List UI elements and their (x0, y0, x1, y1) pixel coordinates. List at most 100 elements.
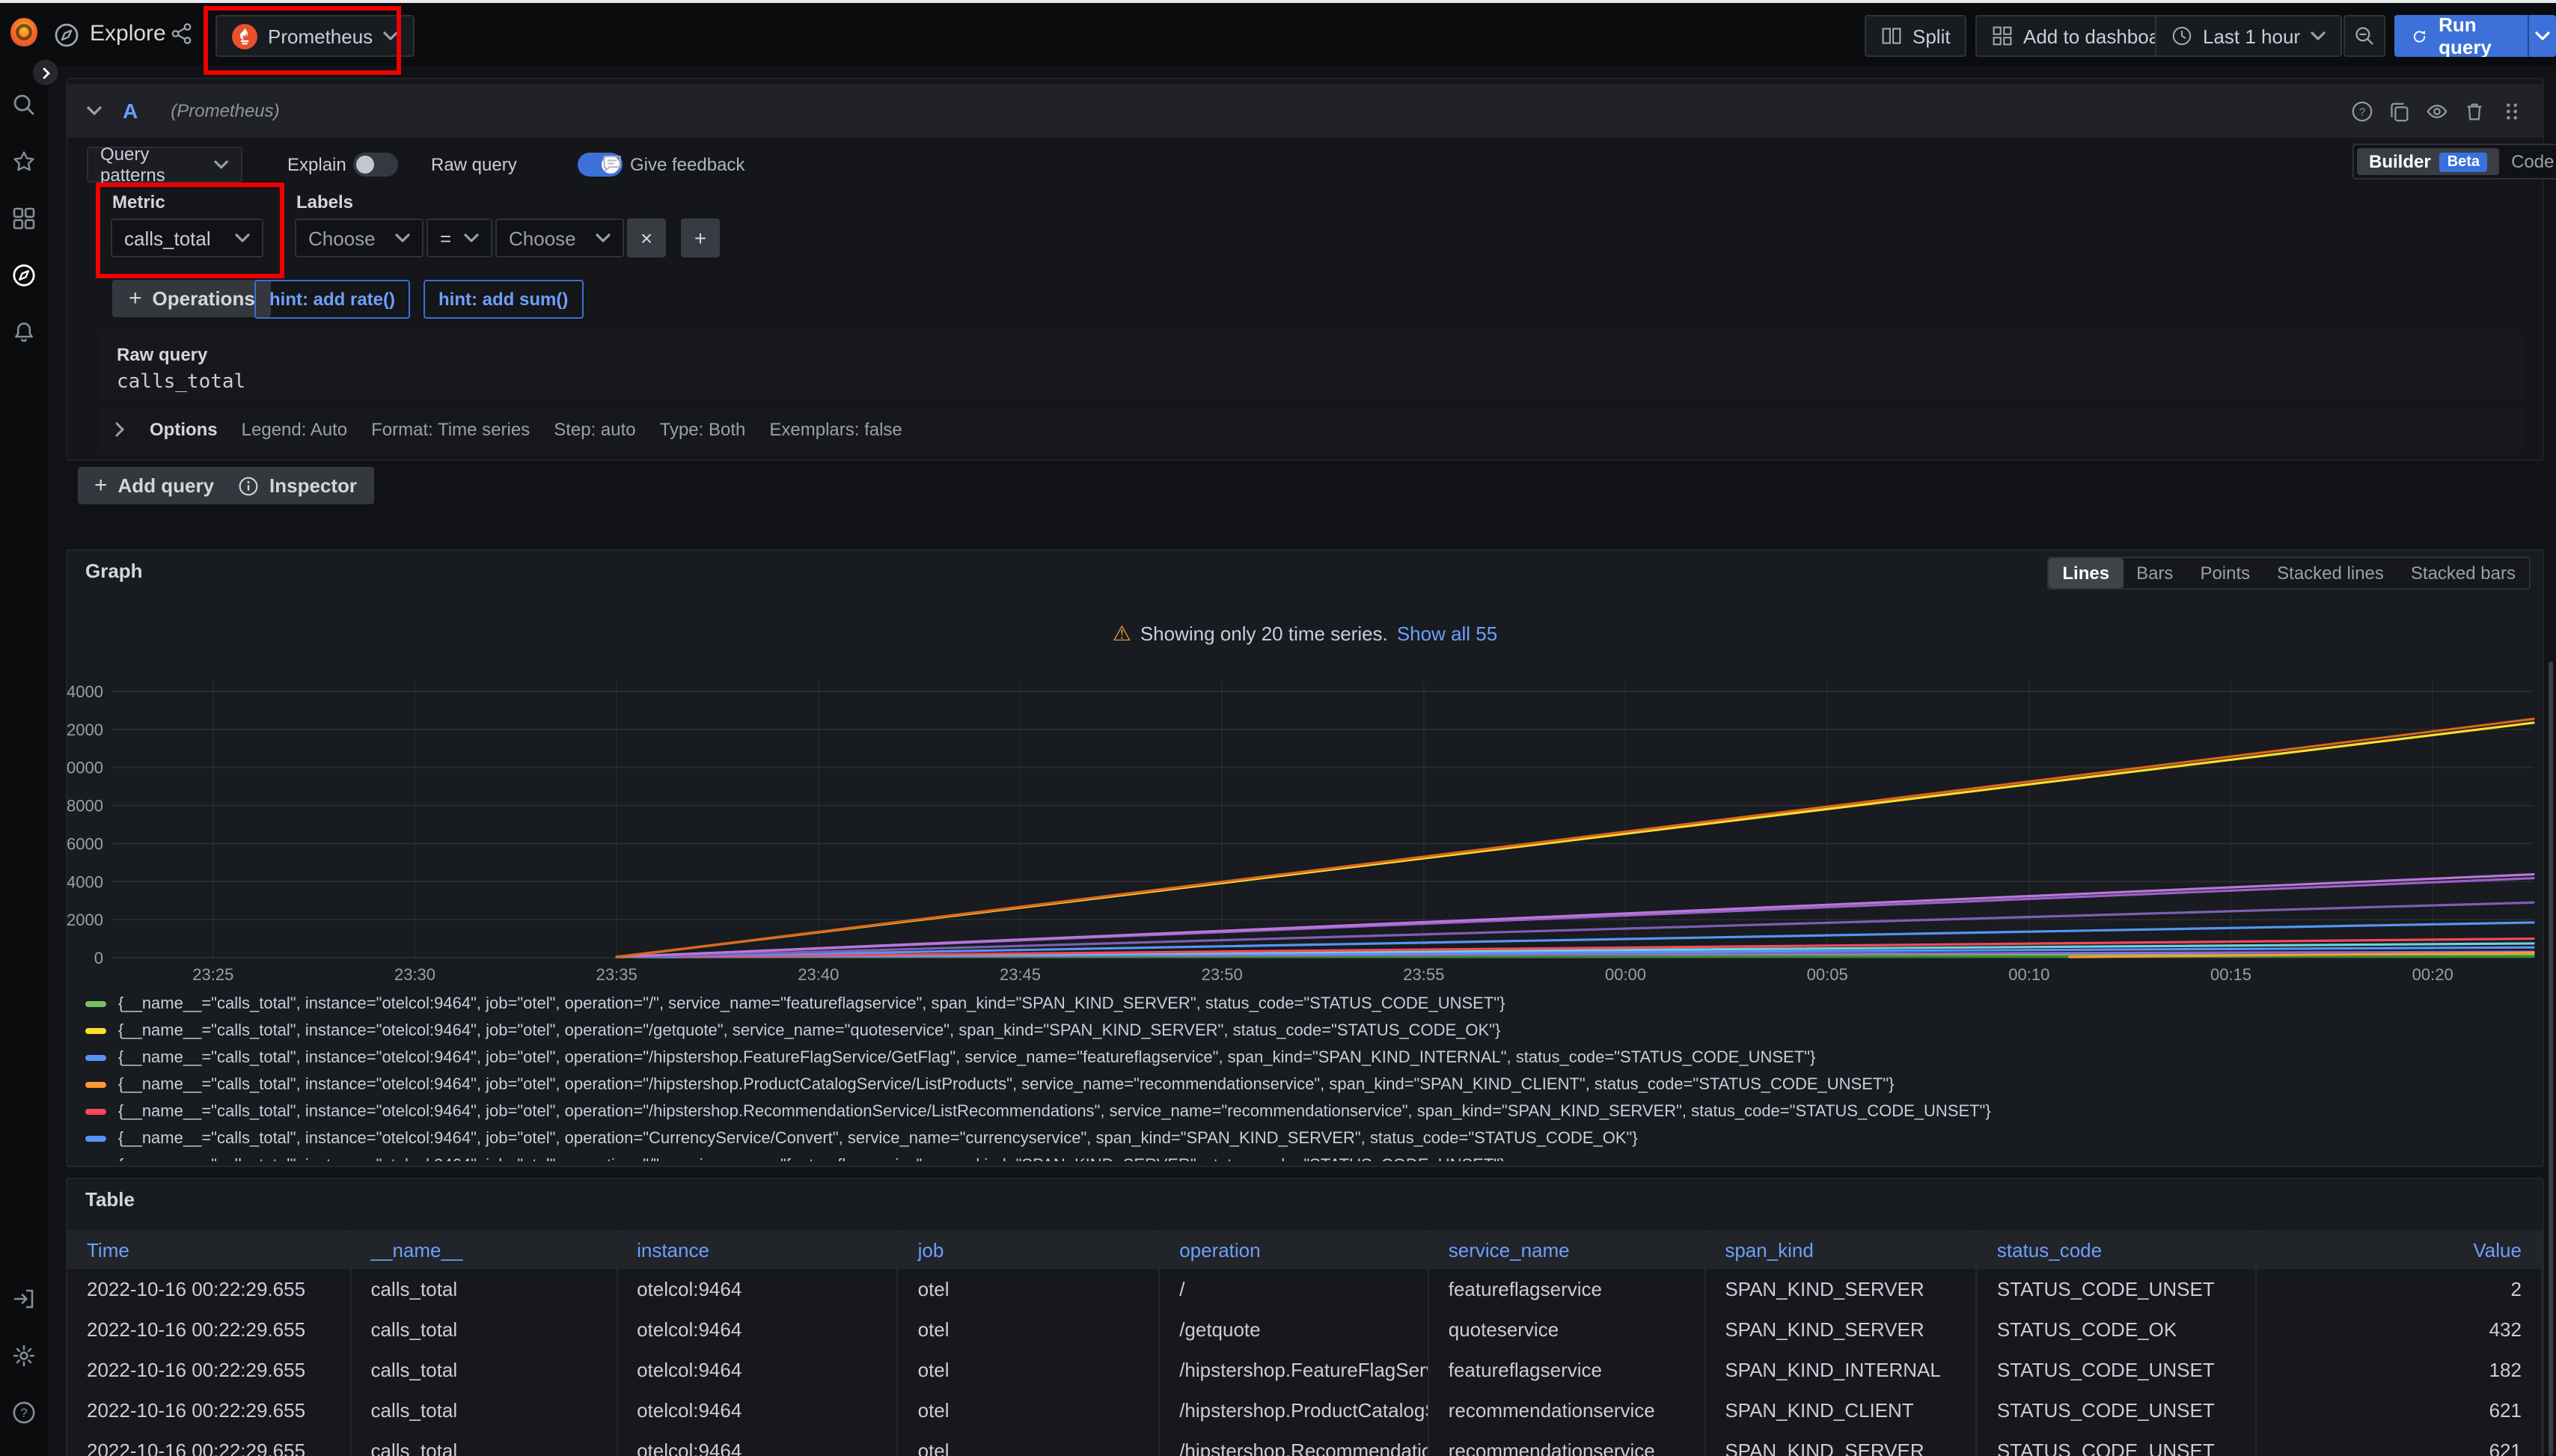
run-query-main[interactable]: Run query (2394, 15, 2528, 57)
refresh-icon (2412, 26, 2427, 46)
tab-builder[interactable]: Builder Beta (2357, 148, 2499, 175)
table-header-status_code[interactable]: status_code (1978, 1230, 2257, 1269)
legend-item[interactable]: {__name__="calls_total", instance="otelc… (67, 1044, 2534, 1071)
table-header-operation[interactable]: operation (1160, 1230, 1429, 1269)
graph-mode-points[interactable]: Points (2186, 558, 2263, 588)
legend-label: {__name__="calls_total", instance="otelc… (118, 1130, 1638, 1148)
graph-legend: {__name__="calls_total", instance="otelc… (67, 991, 2534, 1161)
graph-mode-lines[interactable]: Lines (2049, 558, 2123, 588)
info-circle-icon (238, 475, 259, 496)
query-patterns-dropdown[interactable]: Query patterns (87, 147, 242, 183)
query-help-icon[interactable]: ? (2351, 100, 2373, 122)
search-icon[interactable] (12, 93, 36, 117)
collapse-chevron-icon[interactable] (87, 106, 102, 115)
tab-code[interactable]: Code (2499, 148, 2556, 175)
table-cell: SPAN_KIND_CLIENT (1705, 1390, 1978, 1431)
delete-query-trash-icon[interactable] (2463, 100, 2486, 122)
page-scrollbar-thumb[interactable] (2549, 661, 2553, 1456)
alerting-bell-icon[interactable] (12, 320, 36, 344)
zoom-out-time-button[interactable] (2343, 15, 2385, 57)
table-cell: / (1160, 1269, 1429, 1309)
table-header-__name__[interactable]: __name__ (352, 1230, 618, 1269)
table-cell: STATUS_CODE_UNSET (1978, 1390, 2257, 1431)
hint-button-1[interactable]: hint: add sum() (424, 280, 583, 319)
sign-in-icon[interactable] (12, 1287, 36, 1311)
duplicate-query-icon[interactable] (2388, 100, 2411, 122)
time-range-picker[interactable]: Last 1 hour (2155, 15, 2342, 57)
legend-item[interactable]: {__name__="calls_total", instance="otelc… (67, 1018, 2534, 1044)
graph-mode-bars[interactable]: Bars (2123, 558, 2186, 588)
starred-icon[interactable] (12, 150, 36, 174)
feedback-bubble-icon[interactable] (602, 153, 623, 174)
datasource-picker[interactable]: Prometheus (215, 15, 415, 57)
query-row-header[interactable]: A (Prometheus) ? (66, 84, 2544, 138)
warning-icon: ⚠ (1113, 621, 1131, 646)
help-icon[interactable]: ? (12, 1401, 36, 1425)
table-cell: 2022-10-16 00:22:29.655 (67, 1390, 352, 1431)
query-options-row[interactable]: Options Legend: AutoFormat: Time seriesS… (99, 407, 2523, 452)
x-axis-tick: 23:30 (394, 965, 435, 984)
metric-select[interactable]: calls_total (111, 218, 263, 257)
drag-handle-icon[interactable] (2501, 100, 2523, 122)
chevron-down-icon (235, 233, 250, 242)
table-header-value[interactable]: Value (2257, 1230, 2543, 1269)
table-cell: /hipstershop.ProductCatalogS… (1160, 1390, 1429, 1431)
table-header-job[interactable]: job (899, 1230, 1161, 1269)
hint-button-0[interactable]: hint: add rate() (254, 280, 410, 319)
inspector-button[interactable]: Inspector (221, 467, 373, 504)
add-query-button[interactable]: + Add query (78, 467, 230, 504)
page-title[interactable]: Explore (90, 21, 166, 46)
run-query-button[interactable]: Run query (2394, 15, 2556, 57)
graph-mode-stacked-lines[interactable]: Stacked lines (2263, 558, 2397, 588)
run-query-dropdown[interactable] (2528, 15, 2556, 57)
graph-mode-stacked-bars[interactable]: Stacked bars (2397, 558, 2529, 588)
label-name-select[interactable]: Choose (295, 218, 424, 257)
legend-swatch (85, 1136, 106, 1142)
split-button[interactable]: Split (1865, 15, 1967, 57)
add-to-dashboard-label: Add to dashboard (2023, 25, 2177, 47)
table-cell: otelcol:9464 (617, 1309, 899, 1350)
chevron-down-icon (395, 233, 410, 242)
table-header-instance[interactable]: instance (617, 1230, 899, 1269)
plus-icon: + (94, 473, 108, 498)
label-value-select[interactable]: Choose (495, 218, 624, 257)
table-cell: otelcol:9464 (617, 1390, 899, 1431)
hide-query-eye-icon[interactable] (2426, 100, 2448, 122)
legend-item[interactable]: {__name__="calls_total", instance="otelc… (67, 991, 2534, 1018)
table-header-time[interactable]: Time (67, 1230, 352, 1269)
give-feedback-link[interactable]: Give feedback (630, 154, 745, 175)
table-cell: 2022-10-16 00:22:29.655 (67, 1431, 352, 1456)
legend-item[interactable]: {__name__="calls_total", instance="otelc… (67, 1071, 2534, 1098)
operations-button[interactable]: + Operations (112, 280, 272, 317)
show-all-link[interactable]: Show all 55 (1397, 623, 1497, 645)
dashboards-icon[interactable] (12, 207, 36, 230)
table-header-span_kind[interactable]: span_kind (1705, 1230, 1978, 1269)
magnifier-minus-icon (2354, 25, 2375, 46)
grafana-logo[interactable] (6, 15, 42, 51)
add-query-label: Add query (118, 474, 215, 497)
table-panel-title: Table (85, 1188, 135, 1211)
legend-swatch (85, 1109, 106, 1115)
x-axis-tick: 00:15 (2210, 965, 2251, 984)
legend-item[interactable]: {__name__="calls_total", instance="otelc… (67, 1098, 2534, 1125)
y-axis-tick: 6000 (67, 834, 103, 853)
share-icon[interactable] (171, 22, 193, 45)
add-label-button[interactable]: + (681, 218, 720, 257)
time-series-chart[interactable]: 0200040006000800010000120001400023:2523:… (67, 663, 2546, 989)
settings-gear-icon[interactable] (12, 1344, 36, 1368)
legend-item-partial[interactable]: {__name__="calls_total", instance="otelc… (67, 1152, 2534, 1161)
label-operator-select[interactable]: = (426, 218, 492, 257)
svg-text:?: ? (20, 1406, 27, 1420)
remove-label-button[interactable]: × (627, 218, 666, 257)
table-cell: 2022-10-16 00:22:29.655 (67, 1350, 352, 1390)
legend-item[interactable]: {__name__="calls_total", instance="otelc… (67, 1125, 2534, 1152)
sidebar-expand-button[interactable] (31, 58, 60, 87)
explore-sidebar-icon[interactable] (12, 263, 36, 287)
table-cell: calls_total (352, 1309, 618, 1350)
label-value-placeholder: Choose (509, 227, 576, 249)
explain-toggle[interactable] (353, 153, 398, 177)
left-sidebar: ? (0, 3, 48, 1456)
prometheus-icon (232, 23, 257, 49)
table-header-service_name[interactable]: service_name (1429, 1230, 1706, 1269)
label-name-placeholder: Choose (308, 227, 376, 249)
